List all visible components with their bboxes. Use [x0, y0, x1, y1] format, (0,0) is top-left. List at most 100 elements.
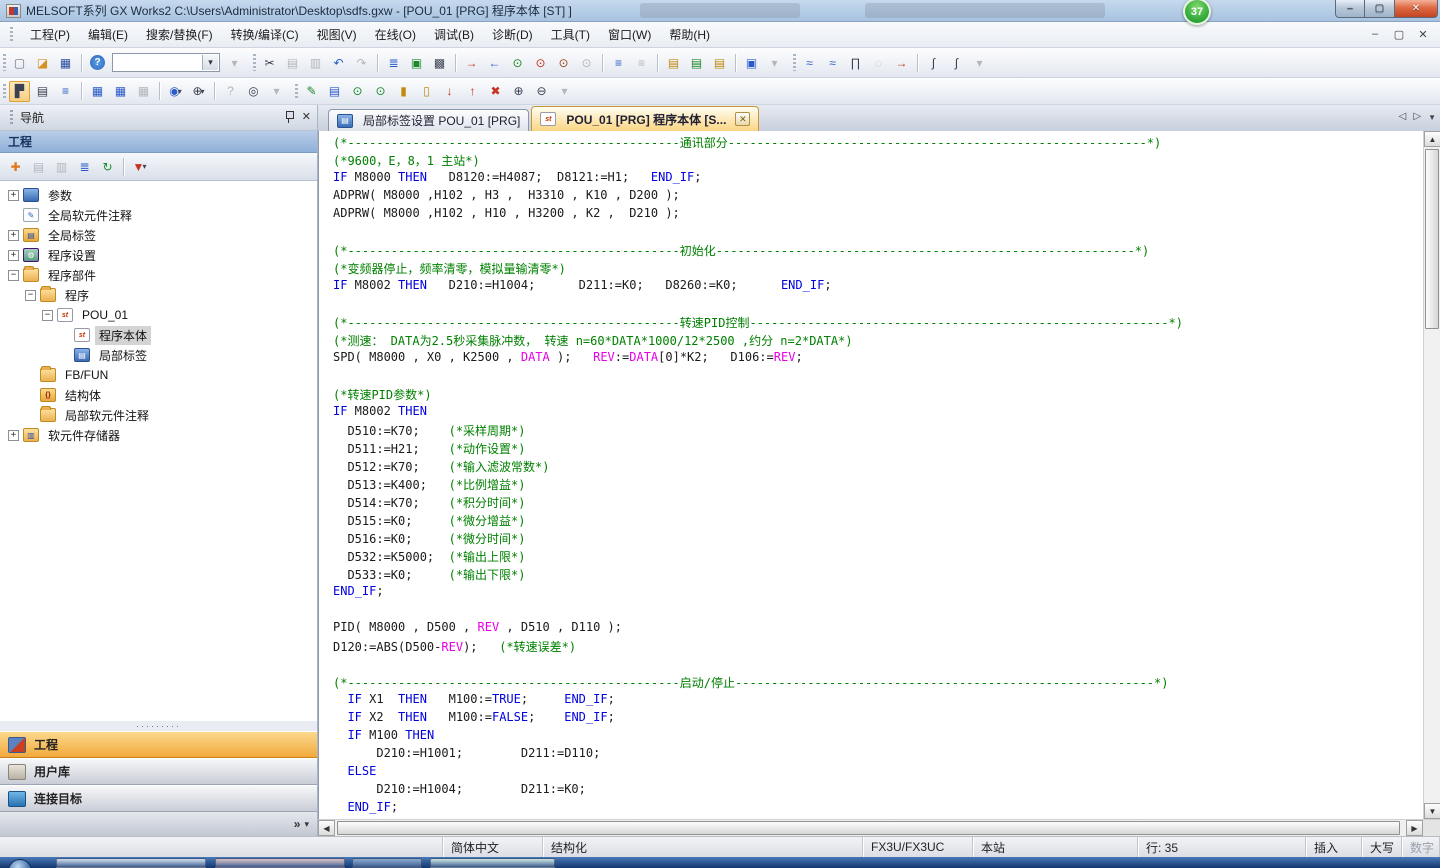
menu-item-视图[interactable]: 视图(V) — [308, 23, 366, 46]
write-to-plc-icon[interactable]: → — [461, 52, 482, 73]
find-prev-icon[interactable]: ⊙ — [347, 81, 368, 102]
intelligent-module-icon[interactable]: ▩ — [429, 52, 450, 73]
horizontal-scroll-thumb[interactable] — [337, 821, 1400, 835]
document-tab-inactive[interactable]: ▤局部标签设置 POU_01 [PRG] — [328, 109, 529, 131]
monitor-pause-icon[interactable]: ⊙ — [576, 52, 597, 73]
device-search-icon[interactable]: ⊕▾ — [188, 81, 209, 102]
function-block-window-icon[interactable]: ▤ — [32, 81, 53, 102]
tree-expander-icon[interactable]: − — [25, 290, 36, 301]
taskbar-button-2[interactable] — [215, 858, 345, 868]
menu-item-调试[interactable]: 调试(B) — [425, 23, 483, 46]
st-code-editor[interactable]: (*--------------------------------------… — [319, 131, 1423, 819]
data-sort-icon[interactable]: ≣ — [74, 156, 95, 177]
tree-item-参数[interactable]: +参数 — [0, 185, 317, 205]
scroll-up-icon[interactable]: ▲ — [1424, 131, 1440, 147]
device-display-icon[interactable]: ≡ — [608, 52, 629, 73]
tree-item-局部软元件注释[interactable]: 局部软元件注释 — [0, 405, 317, 425]
wave-monitor-icon[interactable]: ∫ — [923, 52, 944, 73]
insert-row-icon[interactable]: ↓ — [439, 81, 460, 102]
pin-icon[interactable] — [284, 110, 294, 124]
tree-item-结构体[interactable]: {}结构体 — [0, 385, 317, 405]
tree-item-全局软元件注释[interactable]: ✎全局软元件注释 — [0, 205, 317, 225]
verify-with-plc-icon[interactable]: ⊙ — [507, 52, 528, 73]
scroll-right-icon[interactable]: ▶ — [1406, 820, 1423, 836]
tree-item-FB/FUN[interactable]: FB/FUN — [0, 365, 317, 385]
sampling-trace-icon[interactable]: ≈ — [799, 52, 820, 73]
taskbar-button-4[interactable] — [430, 858, 555, 868]
device-comment-icon[interactable]: ≣ — [383, 52, 404, 73]
tree-expander-icon[interactable]: + — [8, 430, 19, 441]
tab-close-icon[interactable]: ✕ — [735, 112, 750, 126]
note-display-icon[interactable]: ▤ — [709, 52, 730, 73]
output-window-icon[interactable]: ≡ — [55, 81, 76, 102]
comment-display-icon[interactable]: ▤ — [663, 52, 684, 73]
zoom-out-icon[interactable]: ⊖ — [531, 81, 552, 102]
menu-item-窗口[interactable]: 窗口(W) — [599, 23, 660, 46]
toolbar-options-icon[interactable]: ▾ — [266, 81, 287, 102]
context-help-icon[interactable]: ? — [220, 81, 241, 102]
panel-button-用户库[interactable]: 用户库 — [0, 758, 317, 785]
tree-item-POU_01[interactable]: −stPOU_01 — [0, 305, 317, 325]
help-icon[interactable]: ? — [87, 52, 108, 73]
panel-splitter[interactable]: ········· — [0, 721, 317, 731]
wave-monitor-2-icon[interactable]: ∫ — [946, 52, 967, 73]
tree-item-程序部件[interactable]: −程序部件 — [0, 265, 317, 285]
toolbar-options-icon[interactable]: ▾ — [969, 52, 990, 73]
menu-item-诊断[interactable]: 诊断(D) — [483, 23, 542, 46]
device-display-mode-icon[interactable]: ◉▾ — [165, 81, 186, 102]
tree-expander-icon[interactable]: + — [8, 190, 19, 201]
zoom-in-icon[interactable]: ⊕ — [508, 81, 529, 102]
tab-scroll-left-icon[interactable]: ◁ — [1399, 111, 1407, 122]
vertical-scroll-thumb[interactable] — [1425, 149, 1439, 329]
device-batch-monitor-icon[interactable]: ▦ — [110, 81, 131, 102]
menu-item-转换/编译[interactable]: 转换/编译(C) — [222, 23, 308, 46]
horizontal-scrollbar[interactable]: ◀ ▶ — [318, 819, 1440, 836]
redo-icon[interactable]: ↷ — [351, 52, 372, 73]
il-display-icon[interactable]: ▯ — [416, 81, 437, 102]
tree-expander-icon[interactable]: − — [8, 270, 19, 281]
copy-data-icon[interactable]: ▤ — [28, 156, 49, 177]
taskbar-button-1[interactable] — [56, 858, 206, 868]
paste-icon[interactable]: ▥ — [305, 52, 326, 73]
scroll-left-icon[interactable]: ◀ — [318, 820, 335, 836]
cut-icon[interactable]: ✂ — [259, 52, 280, 73]
window-selector-combo[interactable] — [112, 53, 220, 72]
tab-scroll-right-icon[interactable]: ▷ — [1413, 111, 1421, 122]
watch-disabled-icon[interactable]: ◌ — [868, 52, 889, 73]
edit-mode-icon[interactable]: ▮ — [393, 81, 414, 102]
device-display-off-icon[interactable]: ≡ — [631, 52, 652, 73]
menu-item-编辑[interactable]: 编辑(E) — [79, 23, 137, 46]
close-button[interactable]: ✕ — [1394, 0, 1438, 18]
tree-item-程序设置[interactable]: +⚙程序设置 — [0, 245, 317, 265]
scroll-down-icon[interactable]: ▼ — [1424, 803, 1440, 819]
statement-display-icon[interactable]: ▤ — [686, 52, 707, 73]
undo-icon[interactable]: ↶ — [328, 52, 349, 73]
menu-item-工程[interactable]: 工程(P) — [21, 23, 79, 46]
tab-list-drop-icon[interactable]: ▼ — [1428, 113, 1436, 122]
panel-overflow-chevron[interactable]: » — [294, 817, 301, 831]
vertical-scrollbar[interactable]: ▲ ▼ — [1423, 131, 1440, 819]
device-comment-find-icon[interactable]: ▦ — [87, 81, 108, 102]
filter-icon[interactable]: ▼▾ — [129, 156, 150, 177]
menu-item-帮助[interactable]: 帮助(H) — [660, 23, 719, 46]
tree-expander-icon[interactable]: − — [42, 310, 53, 321]
tree-item-软元件存储器[interactable]: +▥软元件存储器 — [0, 425, 317, 445]
open-project-icon[interactable]: ◪ — [32, 52, 53, 73]
panel-button-工程[interactable]: 工程 — [0, 731, 317, 758]
mdi-restore-button[interactable]: ▢ — [1390, 26, 1408, 42]
tree-expander-icon[interactable]: + — [8, 250, 19, 261]
monitor-stop-icon[interactable]: ⊙ — [553, 52, 574, 73]
transfer-setup-icon[interactable]: → — [891, 52, 912, 73]
convert-all-icon[interactable]: ▤ — [324, 81, 345, 102]
tree-item-程序[interactable]: −程序 — [0, 285, 317, 305]
refresh-view-icon[interactable]: ↻ — [97, 156, 118, 177]
tree-item-程序本体[interactable]: st程序本体 — [0, 325, 317, 345]
save-project-icon[interactable]: ▦ — [55, 52, 76, 73]
simulation-icon[interactable]: ▣ — [741, 52, 762, 73]
device-monitor-icon[interactable]: ▣ — [406, 52, 427, 73]
tree-item-全局标签[interactable]: +▤全局标签 — [0, 225, 317, 245]
toolbar-options-icon[interactable]: ▾ — [554, 81, 575, 102]
convert-icon[interactable]: ✎ — [301, 81, 322, 102]
delete-row-icon[interactable]: ↑ — [462, 81, 483, 102]
paste-data-icon[interactable]: ▥ — [51, 156, 72, 177]
